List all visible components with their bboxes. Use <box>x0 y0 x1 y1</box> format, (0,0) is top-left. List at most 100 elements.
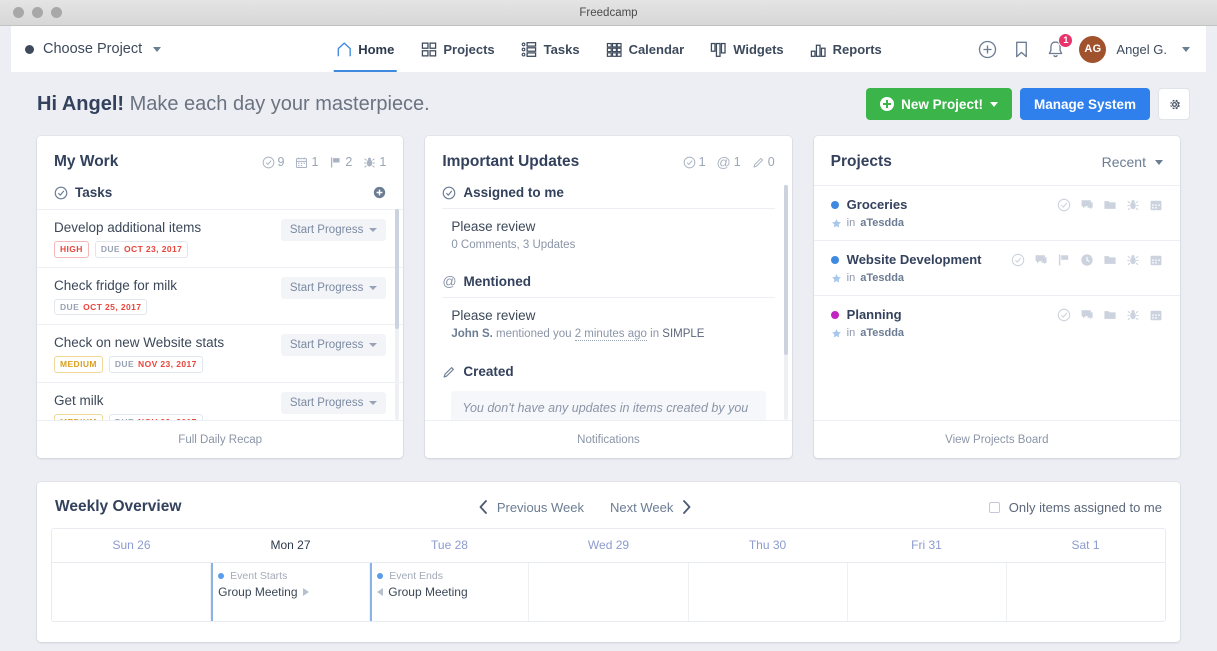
stat-created[interactable]: 0 <box>752 155 775 169</box>
nav-item-reports[interactable]: Reports <box>808 26 884 72</box>
window-controls[interactable] <box>13 7 62 18</box>
plus-circle-icon[interactable] <box>977 39 998 60</box>
bug-icon[interactable] <box>1126 308 1140 322</box>
chevron-down-icon[interactable] <box>1182 46 1190 52</box>
nav-label-tasks: Tasks <box>543 41 580 57</box>
star-icon[interactable] <box>831 328 842 339</box>
day-header-tue[interactable]: Tue 28 <box>370 529 529 562</box>
project-row[interactable]: Website Development in aTesdda <box>813 240 1180 295</box>
chevron-down-icon <box>369 400 378 405</box>
scrollbar-thumb[interactable] <box>395 209 400 329</box>
start-progress-button[interactable]: Start Progress <box>280 219 387 241</box>
app-window: Freedcamp Choose Project Home Projects T… <box>0 0 1217 651</box>
calendar-icon[interactable] <box>1149 308 1163 322</box>
add-task-button[interactable] <box>373 186 386 199</box>
updates-scrollbar[interactable] <box>783 185 788 420</box>
projects-sort-selector[interactable]: Recent <box>1102 154 1163 170</box>
maximize-button[interactable] <box>51 7 62 18</box>
day-column-thu[interactable] <box>687 563 847 621</box>
projects-footer-link[interactable]: View Projects Board <box>813 420 1180 458</box>
calendar-icon[interactable] <box>1149 198 1163 212</box>
stat-calendar[interactable]: 1 <box>295 155 318 169</box>
nav-item-projects[interactable]: Projects <box>418 26 496 72</box>
day-column-fri[interactable] <box>846 563 1006 621</box>
star-icon[interactable] <box>831 273 842 284</box>
folder-icon[interactable] <box>1103 308 1117 322</box>
my-work-footer-link[interactable]: Full Daily Recap <box>37 420 404 458</box>
day-column-wed[interactable] <box>528 563 687 621</box>
bookmark-icon[interactable] <box>1011 39 1032 60</box>
day-header-mon[interactable]: Mon 27 <box>211 529 370 562</box>
clock-icon[interactable] <box>1080 253 1094 267</box>
updates-footer-link[interactable]: Notifications <box>425 420 792 458</box>
update-item[interactable]: Please review John S. mentioned you 2 mi… <box>442 297 775 352</box>
start-progress-button[interactable]: Start Progress <box>280 276 387 299</box>
project-row[interactable]: Planning in aTesdda <box>813 295 1180 350</box>
bug-icon[interactable] <box>1126 198 1140 212</box>
stat-milestones[interactable]: 2 <box>329 155 352 169</box>
star-icon[interactable] <box>831 218 842 229</box>
stat-tasks[interactable]: 9 <box>262 155 284 169</box>
stat-mentions[interactable]: @ 1 <box>717 155 741 169</box>
day-column-sun[interactable] <box>52 563 210 621</box>
start-progress-button[interactable]: Start Progress <box>280 334 387 356</box>
project-group-name: aTesdda <box>860 217 905 229</box>
settings-button[interactable] <box>1158 88 1190 120</box>
check-circle-icon[interactable] <box>1011 253 1025 267</box>
minimize-button[interactable] <box>32 7 43 18</box>
folder-icon[interactable] <box>1103 253 1117 267</box>
bug-icon[interactable] <box>1126 253 1140 267</box>
chevron-down-icon <box>369 228 378 232</box>
task-row[interactable]: Check on new Website stats MEDIUM DUE NO… <box>37 324 404 382</box>
tasks-scrollbar[interactable] <box>395 209 400 420</box>
close-button[interactable] <box>13 7 24 18</box>
scrollbar-thumb[interactable] <box>783 185 788 355</box>
previous-week-button[interactable]: Previous Week <box>478 500 584 515</box>
manage-system-button[interactable]: Manage System <box>1019 88 1150 120</box>
comment-icon[interactable] <box>1080 308 1094 322</box>
new-project-button[interactable]: New Project! <box>866 88 1012 120</box>
project-group: in aTesdda <box>831 272 1011 284</box>
comment-icon[interactable] <box>1080 198 1094 212</box>
update-item[interactable]: Please review 0 Comments, 3 Updates <box>442 208 775 263</box>
stat-bugs[interactable]: 1 <box>363 155 386 169</box>
comment-icon[interactable] <box>1034 253 1048 267</box>
notifications-button[interactable]: 1 <box>1045 32 1074 60</box>
only-assigned-checkbox[interactable] <box>988 501 1000 513</box>
check-circle-icon[interactable] <box>1057 308 1071 322</box>
milestone-flag-icon[interactable] <box>1057 253 1071 267</box>
day-header-sat[interactable]: Sat 1 <box>1006 529 1165 562</box>
day-column-sat[interactable] <box>1005 563 1165 621</box>
nav-item-tasks[interactable]: Tasks <box>519 26 582 72</box>
project-group-name: aTesdda <box>860 272 905 284</box>
calendar-icon[interactable] <box>1149 253 1163 267</box>
day-header-wed[interactable]: Wed 29 <box>529 529 688 562</box>
next-week-button[interactable]: Next Week <box>610 500 692 515</box>
user-name-label[interactable]: Angel G. <box>1116 42 1167 57</box>
avatar[interactable]: AG <box>1079 35 1107 63</box>
day-column-tue[interactable]: Event Ends Group Meeting <box>369 563 528 621</box>
folder-icon[interactable] <box>1103 198 1117 212</box>
only-assigned-filter[interactable]: Only items assigned to me <box>988 500 1162 515</box>
nav-item-home[interactable]: Home <box>333 26 397 72</box>
check-circle-icon[interactable] <box>1057 198 1071 212</box>
event-title-wrap[interactable]: Group Meeting <box>370 585 528 599</box>
task-row[interactable]: Get milk MEDIUM DUE NOV 29, 2017 Start P… <box>37 381 404 420</box>
nav-item-widgets[interactable]: Widgets <box>708 26 785 72</box>
task-row[interactable]: Check fridge for milk DUE OCT 25, 2017 S… <box>37 266 404 325</box>
mention-timestamp[interactable]: 2 minutes ago <box>574 328 647 341</box>
nav-item-calendar[interactable]: Calendar <box>604 26 687 72</box>
updates-list[interactable]: Assigned to me Please review 0 Comments,… <box>425 185 791 420</box>
start-progress-button[interactable]: Start Progress <box>280 391 387 414</box>
stat-assigned[interactable]: 1 <box>683 155 706 169</box>
project-row[interactable]: Groceries in aTesdda <box>813 185 1180 240</box>
day-header-thu[interactable]: Thu 30 <box>688 529 847 562</box>
choose-project-selector[interactable]: Choose Project <box>25 41 162 57</box>
day-header-sun[interactable]: Sun 26 <box>52 529 211 562</box>
tasks-list[interactable]: Develop additional items HIGH DUE OCT 23… <box>37 209 404 420</box>
task-row[interactable]: Develop additional items HIGH DUE OCT 23… <box>37 209 404 267</box>
project-name: Planning <box>846 307 902 322</box>
day-column-mon[interactable]: Event Starts Group Meeting <box>210 563 369 621</box>
event-title-wrap[interactable]: Group Meeting <box>211 585 369 599</box>
day-header-fri[interactable]: Fri 31 <box>847 529 1006 562</box>
